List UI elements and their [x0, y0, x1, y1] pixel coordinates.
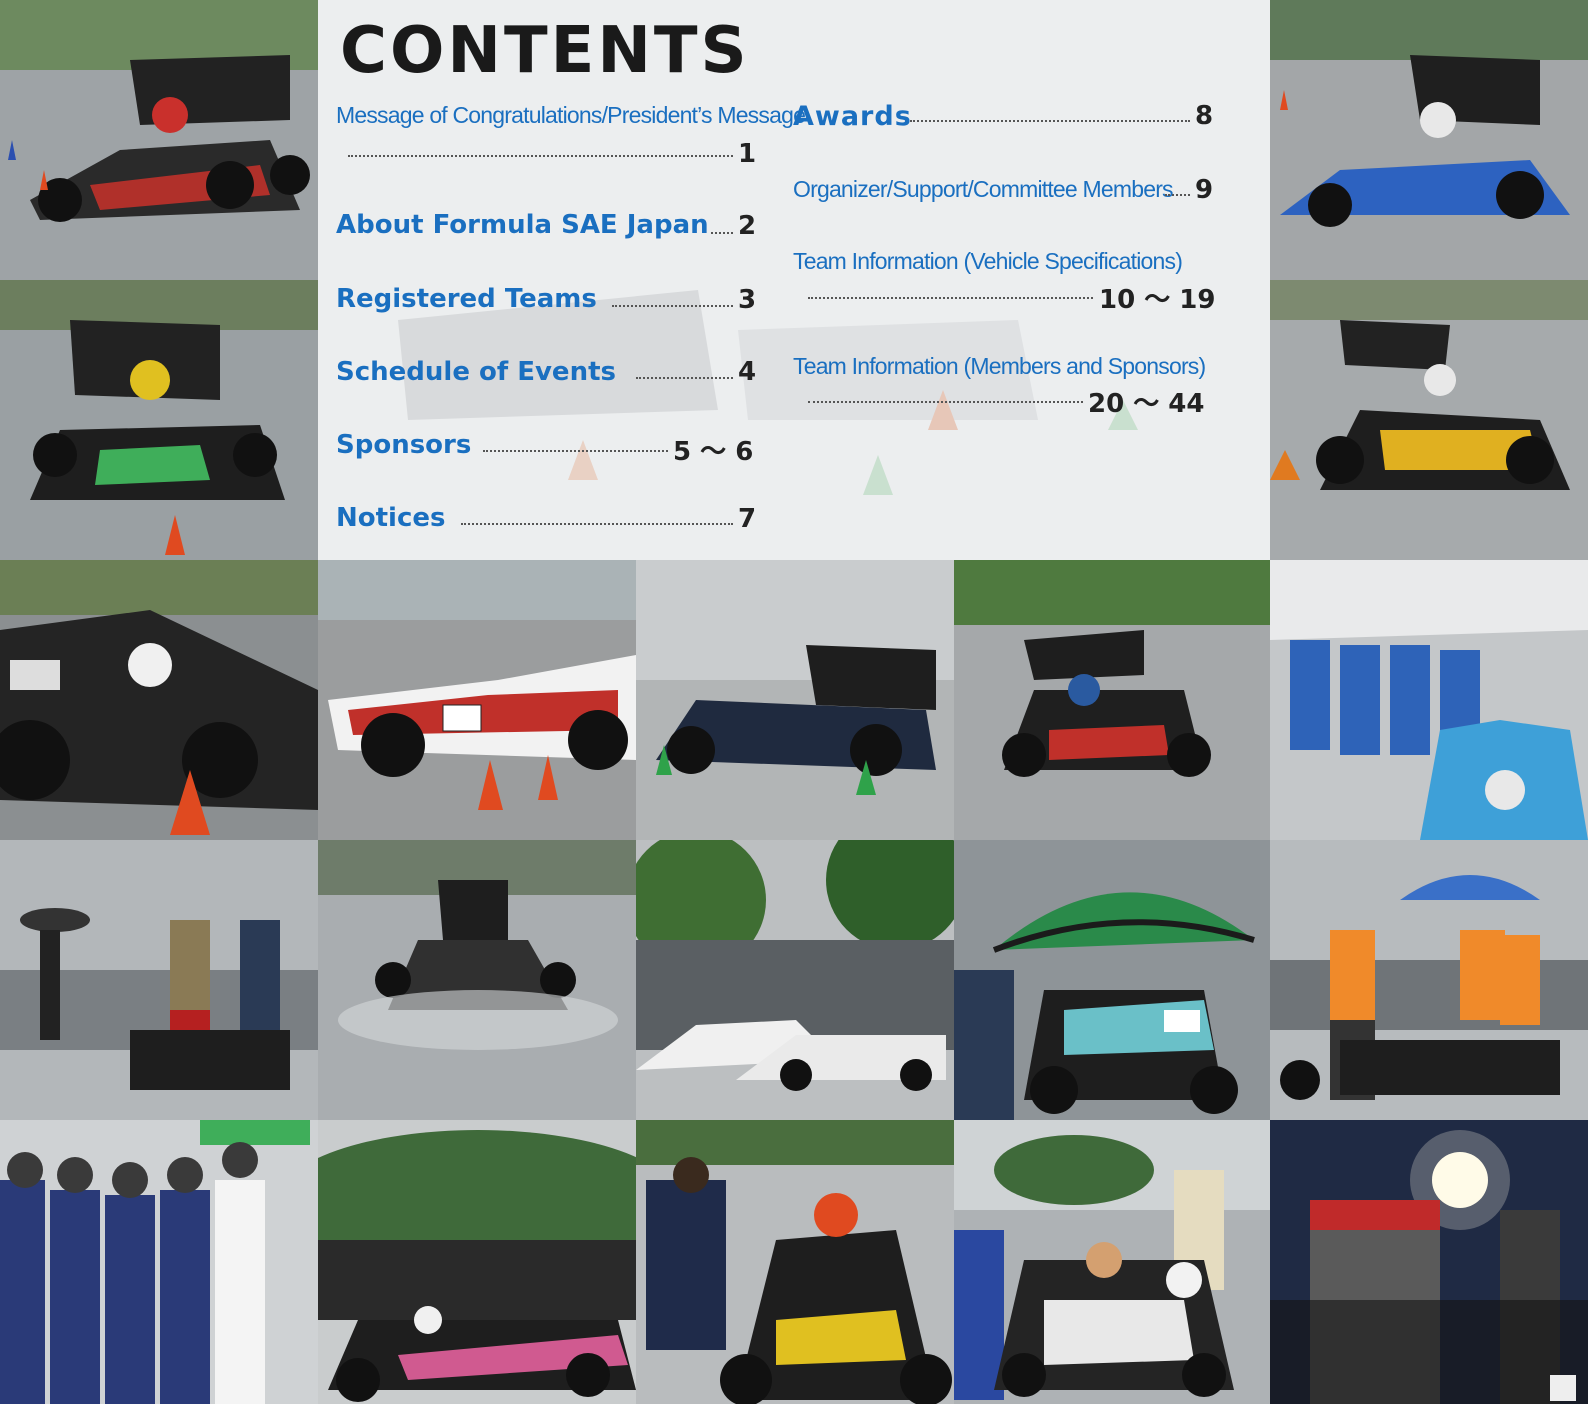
toc-page-members-sponsors: 20 ～ 44	[1088, 389, 1205, 419]
toc-entry-about[interactable]: About Formula SAE Japan	[336, 210, 709, 240]
toc-leader	[461, 523, 733, 525]
toc-entry-awards[interactable]: Awards	[793, 101, 912, 132]
toc-page-vehicle-specs: 10 ～ 19	[1099, 285, 1216, 315]
photo-car-spray-rain	[318, 840, 636, 1120]
toc-leader	[910, 120, 1190, 122]
toc-leader	[1165, 194, 1190, 196]
photo-car-10	[636, 560, 954, 840]
toc-entry-notices[interactable]: Notices	[336, 503, 445, 533]
toc-page-schedule: 4	[738, 357, 757, 387]
toc-entry-message[interactable]: Message of Congratulations/President’s M…	[336, 102, 806, 129]
photo-red-car-cones	[954, 560, 1270, 840]
photo-car-06	[0, 560, 318, 840]
photo-kawasaki-umbrella-car-32	[954, 840, 1270, 1120]
photo-pit-crowd-77	[636, 840, 954, 1120]
photo-driver-helmet-cockpit	[636, 1120, 954, 1404]
photo-students-blue-coveralls	[0, 1120, 318, 1404]
photo-pink-car-crowd	[318, 1120, 636, 1404]
toc-label-message: Message of Congratulations/President’s M…	[336, 102, 806, 128]
toc-page-sponsors: 5 ～ 6	[673, 437, 754, 467]
toc-entry-members-sponsors[interactable]: Team Information (Members and Sponsors)	[793, 353, 1206, 380]
toc-label-sponsors: Sponsors	[336, 430, 472, 460]
photo-yellow-car-continental	[1270, 280, 1588, 560]
toc-label-organizer: Organizer/Support/Committee Members	[793, 176, 1174, 202]
toc-leader	[711, 232, 733, 234]
toc-label-vehicle-specs: Team Information (Vehicle Specifications…	[793, 248, 1183, 274]
toc-entry-schedule[interactable]: Schedule of Events	[336, 357, 616, 387]
toc-label-members-sponsors: Team Information (Members and Sponsors)	[793, 353, 1206, 379]
photo-team-presentation-e1	[1270, 560, 1588, 840]
toc-page-organizer: 9	[1195, 175, 1214, 205]
contents-heading: CONTENTS	[340, 14, 750, 88]
photo-night-crew-nats	[1270, 1120, 1588, 1404]
toc-leader	[636, 377, 733, 379]
toc-page-message: 1	[738, 139, 757, 169]
toc-entry-sponsors[interactable]: Sponsors	[336, 430, 471, 460]
photo-driver-exiting-car	[954, 1120, 1270, 1404]
toc-page-about: 2	[738, 211, 757, 241]
contents-panel: CONTENTS Message of Congratulations/Pres…	[318, 0, 1270, 560]
toc-label-schedule: Schedule of Events	[336, 357, 616, 387]
photo-race-car-wet-track-75	[0, 0, 318, 280]
toc-leader	[808, 401, 1083, 403]
toc-page-registered-teams: 3	[738, 285, 757, 315]
photo-green-car-rain	[0, 280, 318, 560]
photo-crew-pushing-car-umbrella	[0, 840, 318, 1120]
toc-entry-vehicle-specs[interactable]: Team Information (Vehicle Specifications…	[793, 248, 1183, 275]
toc-page-awards: 8	[1195, 101, 1214, 131]
toc-page-notices: 7	[738, 504, 757, 534]
toc-label-awards: Awards	[793, 101, 912, 132]
toc-entry-registered-teams[interactable]: Registered Teams	[336, 284, 597, 314]
photo-car-e4	[318, 560, 636, 840]
toc-label-registered-teams: Registered Teams	[336, 284, 597, 314]
toc-label-about: About Formula SAE Japan	[336, 210, 709, 240]
toc-leader	[483, 450, 668, 452]
toc-leader	[808, 297, 1093, 299]
toc-label-notices: Notices	[336, 503, 446, 533]
photo-orange-crew-umbrella	[1270, 840, 1588, 1120]
photo-blue-car-suzuki	[1270, 0, 1588, 280]
toc-leader	[348, 155, 733, 157]
toc-leader	[612, 305, 733, 307]
toc-entry-organizer[interactable]: Organizer/Support/Committee Members	[793, 176, 1174, 203]
